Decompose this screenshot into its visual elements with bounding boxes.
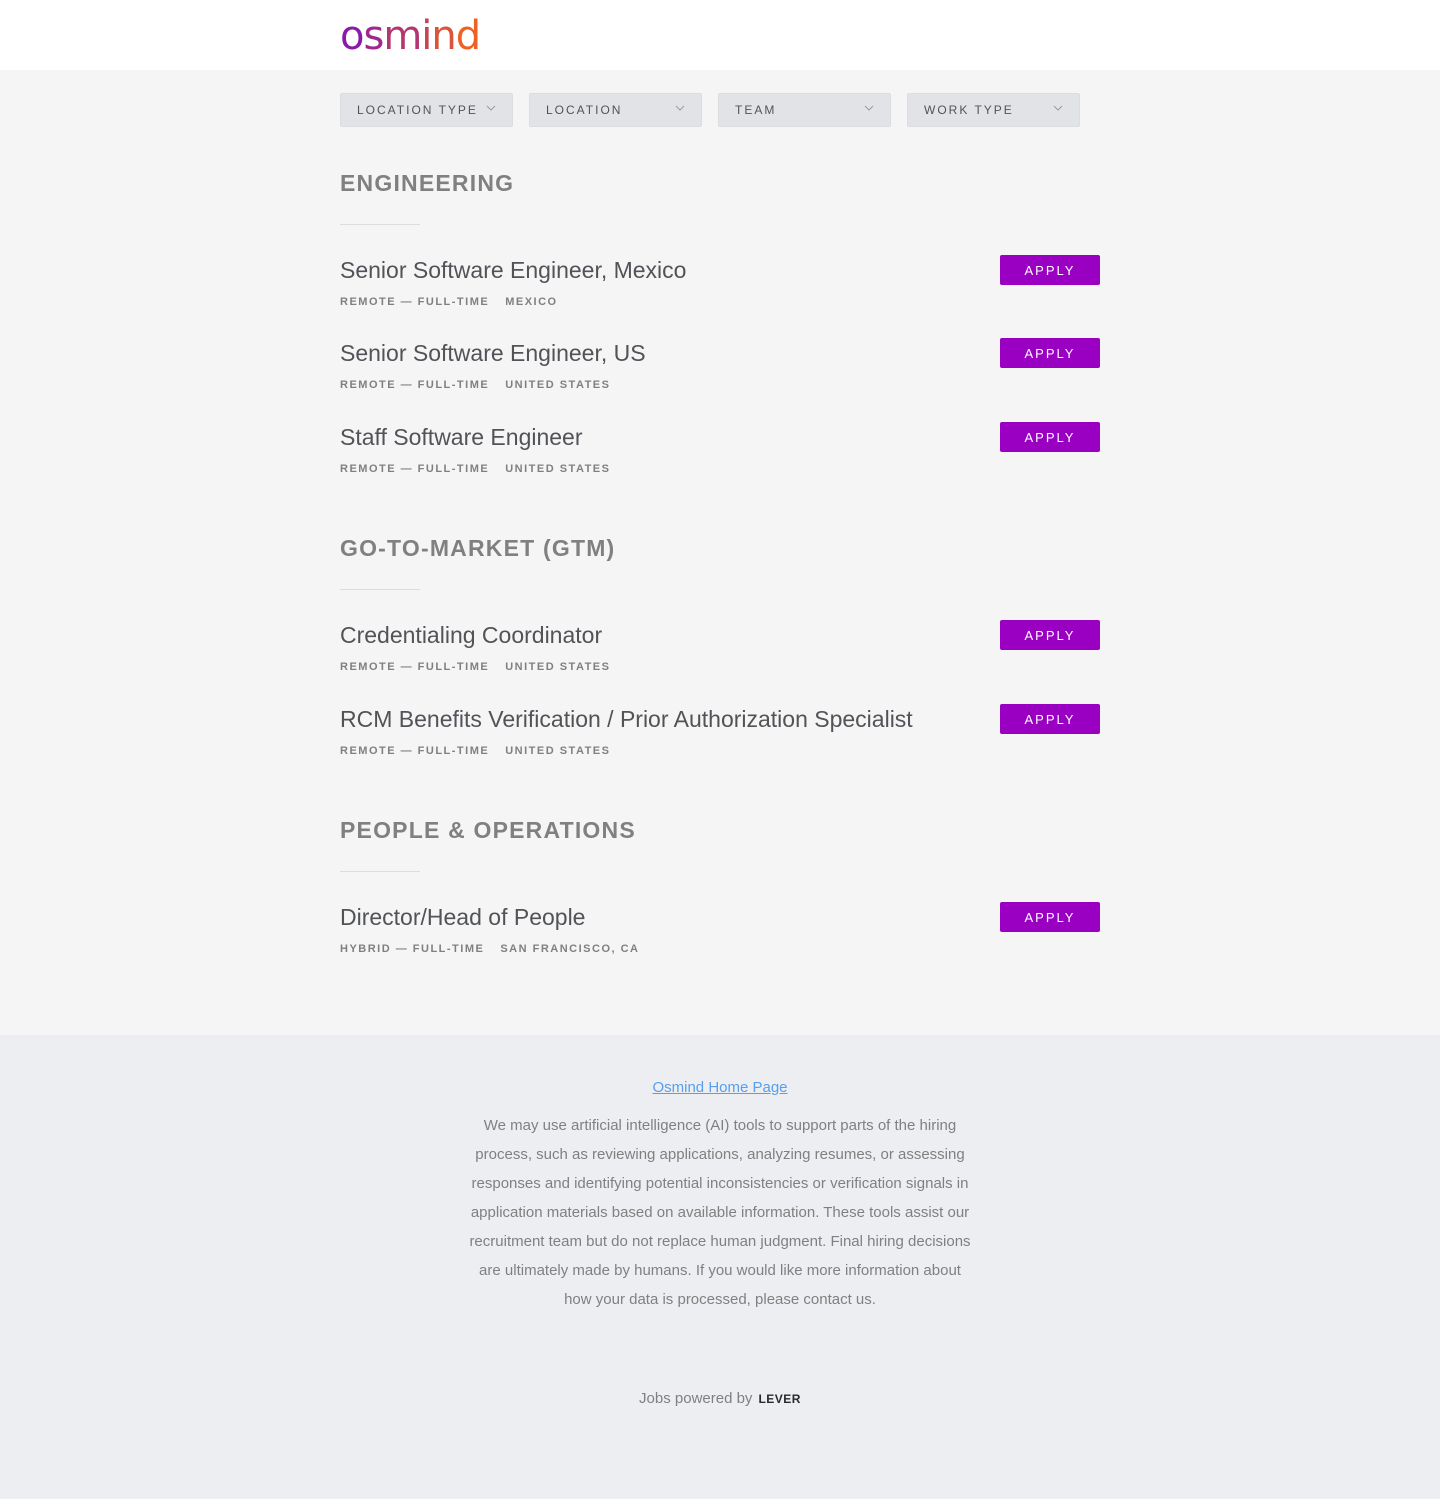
chevron-down-icon: [486, 105, 496, 111]
posting-commitment: REMOTE — FULL-TIME: [340, 379, 490, 391]
apply-button[interactable]: APPLY: [1000, 704, 1100, 734]
ai-disclaimer: We may use artificial intelligence (AI) …: [469, 1117, 971, 1308]
logo-letter: m: [383, 13, 422, 59]
posting-title[interactable]: Senior Software Engineer, US: [340, 339, 646, 367]
logo-letter: s: [363, 13, 384, 59]
logo-letter: d: [455, 13, 481, 59]
apply-button[interactable]: APPLY: [1000, 620, 1100, 650]
posting-meta: REMOTE — FULL-TIME UNITED STATES: [340, 463, 610, 475]
logo-letter: o: [340, 13, 365, 59]
postings-main: LOCATION TYPE LOCATION TEAM WORK TYPE EN…: [0, 70, 1440, 1035]
posting-meta: REMOTE — FULL-TIME UNITED STATES: [340, 745, 610, 757]
powered-by: Jobs powered by LEVER: [0, 1390, 1440, 1407]
apply-button[interactable]: APPLY: [1000, 422, 1100, 452]
posting-meta: REMOTE — FULL-TIME MEXICO: [340, 296, 558, 308]
posting-title[interactable]: Credentialing Coordinator: [340, 621, 602, 649]
filter-label: LOCATION TYPE: [357, 103, 478, 117]
posting-title[interactable]: Director/Head of People: [340, 903, 585, 931]
group-title-engineering: ENGINEERING: [340, 170, 515, 196]
posting-meta: HYBRID — FULL-TIME SAN FRANCISCO, CA: [340, 943, 640, 955]
posting-location: SAN FRANCISCO, CA: [500, 943, 640, 955]
lever-logo[interactable]: LEVER: [758, 1392, 801, 1406]
apply-button[interactable]: APPLY: [1000, 338, 1100, 368]
posting-item: Director/Head of People HYBRID — FULL-TI…: [340, 902, 1100, 963]
filter-work-type[interactable]: WORK TYPE: [907, 93, 1080, 127]
posting-item: Credentialing Coordinator REMOTE — FULL-…: [340, 620, 1100, 681]
posting-location: UNITED STATES: [505, 661, 611, 673]
posting-commitment: HYBRID — FULL-TIME: [340, 943, 485, 955]
filter-label: TEAM: [735, 103, 777, 117]
group-divider: [340, 224, 420, 225]
filter-team[interactable]: TEAM: [718, 93, 891, 127]
apply-button[interactable]: APPLY: [1000, 902, 1100, 932]
apply-button[interactable]: APPLY: [1000, 255, 1100, 285]
posting-commitment: REMOTE — FULL-TIME: [340, 661, 490, 673]
posting-item: Senior Software Engineer, US REMOTE — FU…: [340, 338, 1100, 399]
chevron-down-icon: [675, 105, 685, 111]
logo-letter: i: [421, 13, 432, 59]
filter-label: WORK TYPE: [924, 103, 1014, 117]
posting-location: MEXICO: [505, 296, 558, 308]
group-divider: [340, 871, 420, 872]
site-header: osmind: [0, 0, 1440, 70]
posting-location: UNITED STATES: [505, 379, 611, 391]
posting-meta: REMOTE — FULL-TIME UNITED STATES: [340, 379, 610, 391]
filter-bar: LOCATION TYPE LOCATION TEAM WORK TYPE: [340, 93, 1080, 127]
site-footer: Osmind Home Page We may use artificial i…: [0, 1035, 1440, 1499]
osmind-logo[interactable]: osmind: [340, 13, 481, 59]
posting-location: UNITED STATES: [505, 745, 611, 757]
posting-meta: REMOTE — FULL-TIME UNITED STATES: [340, 661, 610, 673]
group-divider: [340, 589, 420, 590]
filter-label: LOCATION: [546, 103, 623, 117]
posting-item: Staff Software Engineer REMOTE — FULL-TI…: [340, 422, 1100, 483]
group-title-people-operations: PEOPLE & OPERATIONS: [340, 817, 636, 843]
group-title-gtm: GO-TO-MARKET (GTM): [340, 535, 616, 561]
logo-letter: n: [431, 13, 456, 59]
powered-by-text: Jobs powered by: [639, 1390, 753, 1407]
posting-commitment: REMOTE — FULL-TIME: [340, 463, 490, 475]
filter-location[interactable]: LOCATION: [529, 93, 702, 127]
posting-commitment: REMOTE — FULL-TIME: [340, 296, 490, 308]
chevron-down-icon: [864, 105, 874, 111]
home-page-link[interactable]: Osmind Home Page: [0, 1079, 1440, 1096]
posting-title[interactable]: RCM Benefits Verification / Prior Author…: [340, 705, 913, 733]
posting-commitment: REMOTE — FULL-TIME: [340, 745, 490, 757]
posting-item: Senior Software Engineer, Mexico REMOTE …: [340, 255, 1100, 316]
filter-location-type[interactable]: LOCATION TYPE: [340, 93, 513, 127]
posting-title[interactable]: Staff Software Engineer: [340, 423, 583, 451]
chevron-down-icon: [1053, 105, 1063, 111]
posting-item: RCM Benefits Verification / Prior Author…: [340, 704, 1100, 765]
posting-location: UNITED STATES: [505, 463, 611, 475]
posting-title[interactable]: Senior Software Engineer, Mexico: [340, 256, 686, 284]
